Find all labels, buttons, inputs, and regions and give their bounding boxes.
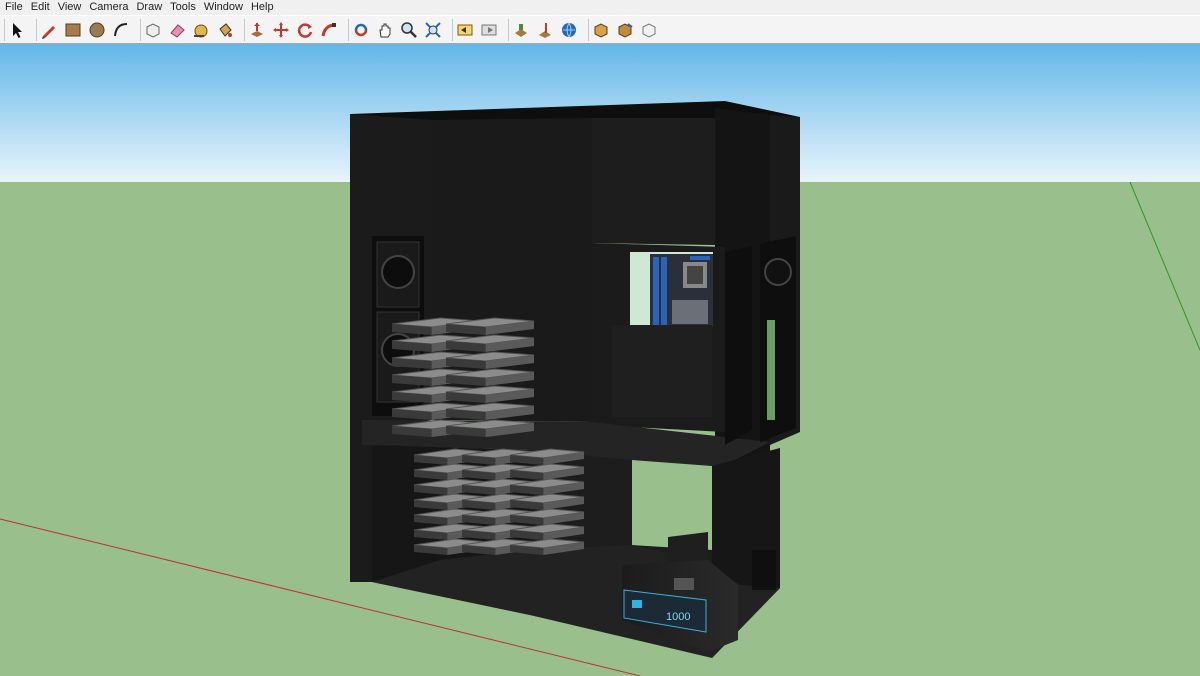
- eraser-icon: [170, 24, 185, 38]
- previous-view-button[interactable]: [453, 19, 477, 41]
- rotate-icon: [297, 23, 313, 38]
- rotate-button[interactable]: [293, 19, 317, 41]
- toolbar-group-1: [4, 19, 29, 41]
- menu-tools[interactable]: Tools: [166, 0, 200, 15]
- next-view-icon: [481, 24, 497, 36]
- menu-view[interactable]: View: [54, 0, 86, 15]
- menu-help[interactable]: Help: [247, 0, 278, 15]
- share-component-icon: [642, 23, 656, 38]
- zoom-extents-icon: [425, 22, 441, 38]
- paint-bucket-button[interactable]: [213, 19, 237, 41]
- make-component-button[interactable]: [141, 19, 165, 41]
- toolbar: [0, 15, 1200, 44]
- model-viewport[interactable]: 1000: [0, 44, 1200, 676]
- zoom-extents-button[interactable]: [421, 19, 445, 41]
- add-location-icon: [515, 24, 527, 37]
- psu-label: 1000: [666, 611, 690, 623]
- toolbar-group-8: [588, 19, 661, 41]
- toggle-terrain-icon: [539, 23, 551, 38]
- paint-bucket-icon: [219, 23, 232, 37]
- previous-view-icon: [457, 24, 473, 36]
- get-models-icon: [594, 23, 608, 38]
- toolbar-group-6: [452, 19, 501, 41]
- zoom-icon: [401, 22, 417, 38]
- make-component-icon: [146, 23, 160, 38]
- tape-measure-button[interactable]: [189, 19, 213, 41]
- zoom-button[interactable]: [397, 19, 421, 41]
- tape-measure-icon: [194, 24, 208, 38]
- arc-icon: [114, 23, 128, 37]
- rectangle-icon: [65, 23, 81, 37]
- circle-button[interactable]: [85, 19, 109, 41]
- photo-textures-icon: [562, 22, 576, 38]
- share-model-button[interactable]: [613, 19, 637, 41]
- follow-me-icon: [321, 23, 336, 37]
- menu-file[interactable]: File: [0, 0, 27, 15]
- pan-button[interactable]: [373, 19, 397, 41]
- orbit-icon: [354, 23, 368, 37]
- orbit-button[interactable]: [349, 19, 373, 41]
- right-vent: [725, 236, 796, 445]
- share-component-button[interactable]: [637, 19, 661, 41]
- menu-edit[interactable]: Edit: [27, 0, 54, 15]
- move-icon: [273, 22, 289, 38]
- select-icon: [13, 23, 22, 38]
- pan-icon: [379, 23, 391, 38]
- menu-window[interactable]: Window: [200, 0, 247, 15]
- arc-button[interactable]: [109, 19, 133, 41]
- push-pull-icon: [251, 23, 263, 37]
- toolbar-group-5: [348, 19, 445, 41]
- pencil-line-icon: [42, 26, 55, 39]
- toolbar-group-3: [140, 19, 237, 41]
- menu-camera[interactable]: Camera: [85, 0, 132, 15]
- photo-textures-button[interactable]: [557, 19, 581, 41]
- follow-me-button[interactable]: [317, 19, 341, 41]
- toolbar-group-4: [244, 19, 341, 41]
- circle-icon: [89, 22, 105, 38]
- eraser-button[interactable]: [165, 19, 189, 41]
- share-model-icon: [618, 23, 633, 38]
- toggle-terrain-button[interactable]: [533, 19, 557, 41]
- select-button[interactable]: [5, 19, 29, 41]
- pc-case-model: 1000: [350, 101, 800, 658]
- toolbar-group-7: [508, 19, 581, 41]
- move-button[interactable]: [269, 19, 293, 41]
- pencil-line-button[interactable]: [37, 19, 61, 41]
- push-pull-button[interactable]: [245, 19, 269, 41]
- menu-bar: File Edit View Camera Draw Tools Window Help: [0, 0, 1200, 15]
- toolbar-group-2: [36, 19, 133, 41]
- rectangle-button[interactable]: [61, 19, 85, 41]
- get-models-button[interactable]: [589, 19, 613, 41]
- menu-draw[interactable]: Draw: [132, 0, 166, 15]
- next-view-button[interactable]: [477, 19, 501, 41]
- add-location-button[interactable]: [509, 19, 533, 41]
